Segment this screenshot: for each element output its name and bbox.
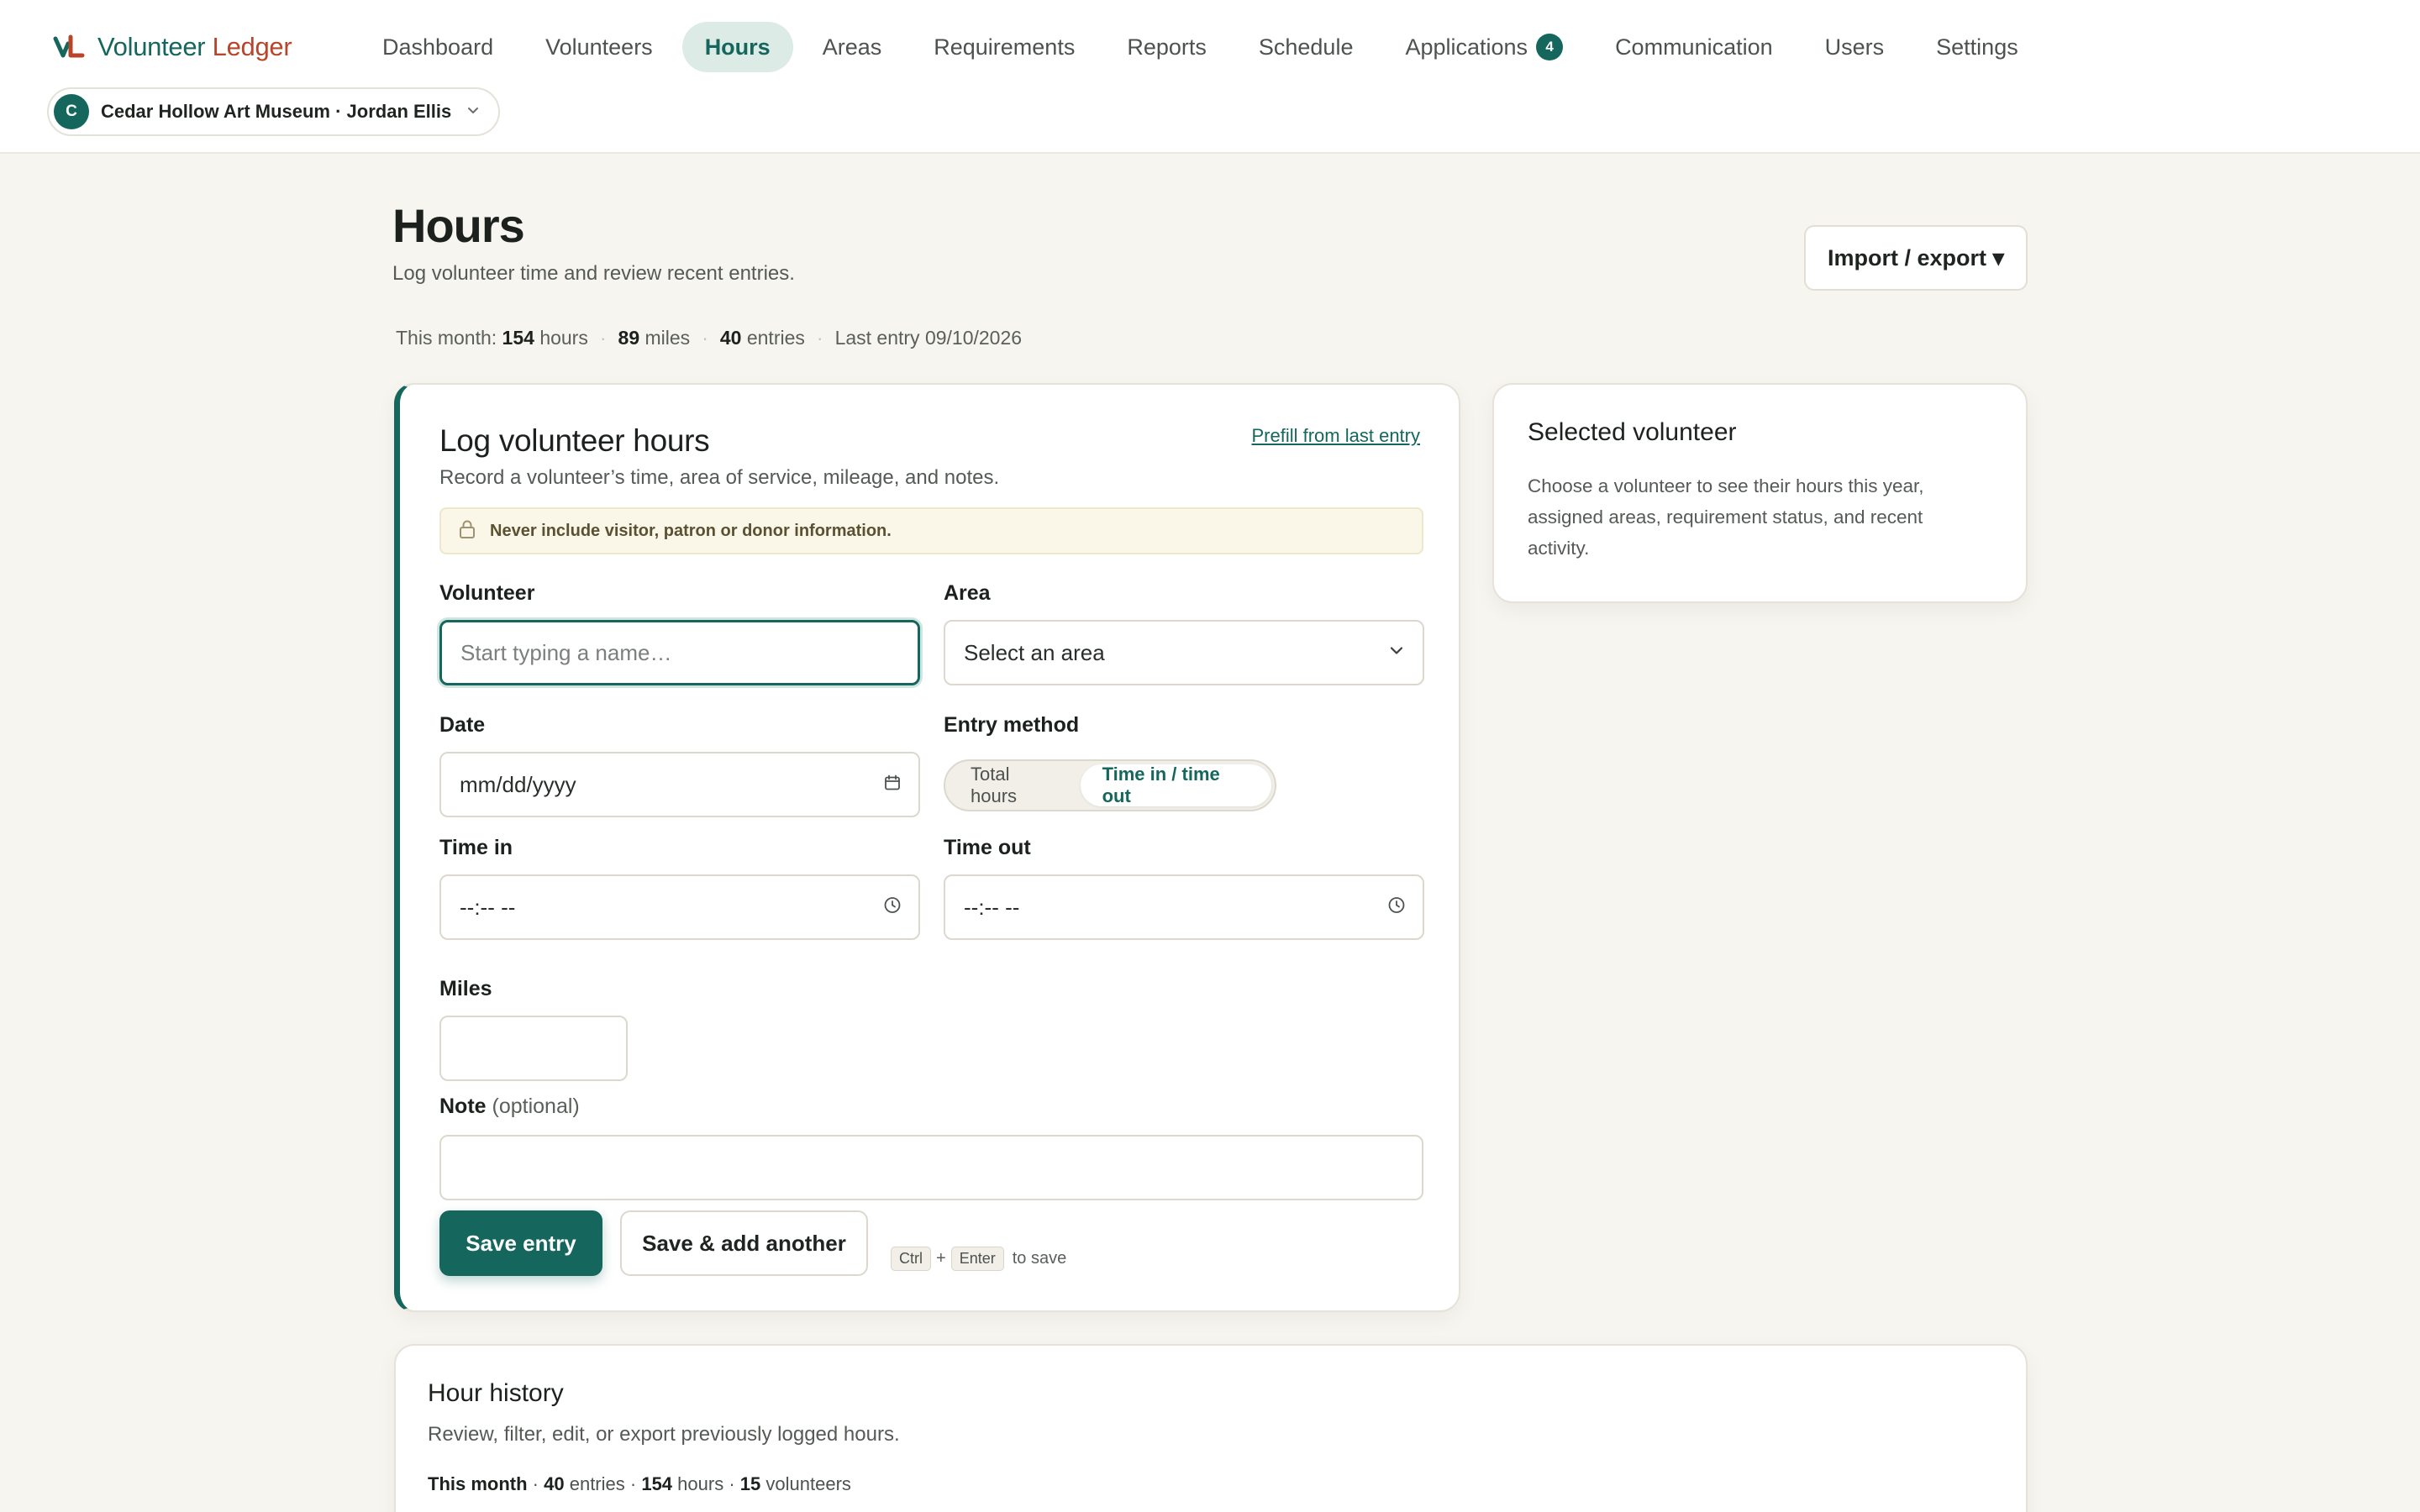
brand-logo-icon (52, 30, 86, 64)
kbd-plus: + (936, 1249, 946, 1268)
save-and-add-another-button[interactable]: Save & add another (620, 1210, 868, 1276)
note-optional: (optional) (492, 1095, 580, 1118)
miles-input[interactable] (439, 1016, 628, 1081)
time-in-placeholder: --:-- -- (460, 894, 516, 920)
divider: · (816, 327, 823, 349)
nav-item-dashboard[interactable]: Dashboard (360, 22, 516, 72)
kbd-suffix: to save (1012, 1249, 1067, 1268)
history-entries: 40 (544, 1473, 565, 1494)
organization-switcher[interactable]: C Cedar Hollow Art Museum · Jordan Ellis (47, 87, 501, 136)
log-hours-title: Log volunteer hours (439, 423, 710, 458)
kbd-ctrl: Ctrl (891, 1247, 931, 1271)
nav-item-hours[interactable]: Hours (681, 22, 793, 72)
chevron-down-icon (466, 102, 480, 122)
stats-hours: 154 (502, 327, 534, 349)
page-subtitle: Log volunteer time and review recent ent… (392, 262, 795, 285)
history-volunteers: 15 (739, 1473, 761, 1494)
time-out-input[interactable]: --:-- -- (944, 874, 1424, 940)
month-stats: This month: 154 hours · 89 miles · 40 en… (396, 327, 1022, 349)
lock-icon (458, 519, 476, 543)
nav-item-requirements[interactable]: Requirements (911, 22, 1097, 72)
date-label: Date (439, 713, 486, 737)
hour-history-card: Hour history Review, filter, edit, or ex… (394, 1344, 2028, 1512)
entry-method-toggle: Total hours Time in / time out (944, 759, 1276, 811)
keyboard-shortcut-hint: Ctrl + Enter to save (891, 1247, 1066, 1271)
stats-hours-unit: hours (539, 327, 588, 349)
applications-count-badge: 4 (1536, 34, 1564, 60)
nav-item-areas[interactable]: Areas (800, 22, 905, 72)
nav-item-volunteers[interactable]: Volunteers (523, 22, 676, 72)
privacy-warning-text: Never include visitor, patron or donor i… (490, 521, 892, 540)
date-input[interactable]: mm/dd/yyyy (439, 752, 920, 817)
date-placeholder: mm/dd/yyyy (460, 771, 576, 797)
time-in-input[interactable]: --:-- -- (439, 874, 920, 940)
nav-item-settings[interactable]: Settings (1913, 22, 2041, 72)
brand-name: Volunteer Ledger (97, 32, 292, 61)
miles-label: Miles (439, 977, 492, 1000)
divider: · (702, 327, 708, 349)
note-input[interactable] (439, 1135, 1423, 1200)
import-export-button[interactable]: Import / export ▾ (1804, 225, 2028, 291)
time-out-label: Time out (944, 836, 1031, 859)
area-selected-value: Select an area (964, 639, 1105, 665)
main-nav: Dashboard Volunteers Hours Areas Require… (360, 22, 2048, 72)
log-hours-subtitle: Record a volunteer’s time, area of servi… (439, 466, 1000, 489)
clock-icon[interactable] (1387, 895, 1406, 921)
stats-prefix: This month: (396, 327, 497, 349)
history-hours: 154 (641, 1473, 673, 1494)
entry-method-time-in-out[interactable]: Time in / time out (1080, 764, 1271, 806)
stats-miles: 89 (618, 327, 640, 349)
org-label: Cedar Hollow Art Museum · Jordan Ellis (101, 101, 452, 122)
stats-entries-unit: entries (746, 327, 805, 349)
history-entries-unit: entries (569, 1473, 625, 1494)
area-select[interactable]: Select an area (944, 620, 1424, 685)
clock-icon[interactable] (883, 895, 902, 921)
nav-item-users[interactable]: Users (1802, 22, 1907, 72)
area-label: Area (944, 581, 991, 605)
nav-item-reports[interactable]: Reports (1104, 22, 1229, 72)
entry-method-label: Entry method (944, 713, 1080, 737)
kbd-enter: Enter (950, 1247, 1004, 1271)
nav-item-schedule[interactable]: Schedule (1236, 22, 1376, 72)
nav-item-label: Applications (1405, 34, 1528, 60)
selected-volunteer-card: Selected volunteer Choose a volunteer to… (1492, 383, 2028, 603)
note-label: Note (optional) (439, 1095, 580, 1119)
calendar-icon[interactable] (883, 772, 902, 798)
stats-miles-unit: miles (644, 327, 691, 349)
history-volunteers-unit: volunteers (765, 1473, 851, 1494)
volunteer-placeholder: Start typing a name… (460, 639, 672, 665)
volunteer-input[interactable]: Start typing a name… (439, 620, 920, 685)
hour-history-subtitle: Review, filter, edit, or export previous… (428, 1423, 900, 1446)
privacy-warning: Never include visitor, patron or donor i… (439, 507, 1423, 554)
selected-volunteer-title: Selected volunteer (1528, 418, 1737, 446)
entry-method-total-hours[interactable]: Total hours (949, 764, 1081, 806)
hour-history-title: Hour history (428, 1379, 564, 1407)
page-title: Hours (392, 199, 525, 252)
note-label-text: Note (439, 1095, 487, 1118)
time-out-placeholder: --:-- -- (964, 894, 1020, 920)
top-bar: Volunteer Ledger Dashboard Volunteers Ho… (0, 0, 2420, 154)
stats-last-entry: Last entry 09/10/2026 (834, 327, 1023, 349)
history-period: This month (428, 1473, 528, 1494)
brand[interactable]: Volunteer Ledger (52, 30, 292, 64)
volunteer-label: Volunteer (439, 581, 535, 605)
chevron-down-icon (1387, 640, 1406, 666)
stats-entries: 40 (719, 327, 742, 349)
nav-item-communication[interactable]: Communication (1592, 22, 1796, 72)
save-entry-button[interactable]: Save entry (439, 1210, 602, 1276)
nav-item-applications[interactable]: Applications 4 (1382, 22, 1586, 72)
divider: · (599, 327, 607, 349)
time-in-label: Time in (439, 836, 513, 859)
history-hours-unit: hours (677, 1473, 724, 1494)
log-hours-card: Log volunteer hours Record a volunteer’s… (394, 383, 1460, 1312)
prefill-link[interactable]: Prefill from last entry (1252, 425, 1421, 447)
selected-volunteer-body: Choose a volunteer to see their hours th… (1528, 475, 1924, 559)
hour-history-stats: This month · 40 entries · 154 hours · 15… (428, 1473, 851, 1494)
org-avatar: C (54, 94, 89, 129)
